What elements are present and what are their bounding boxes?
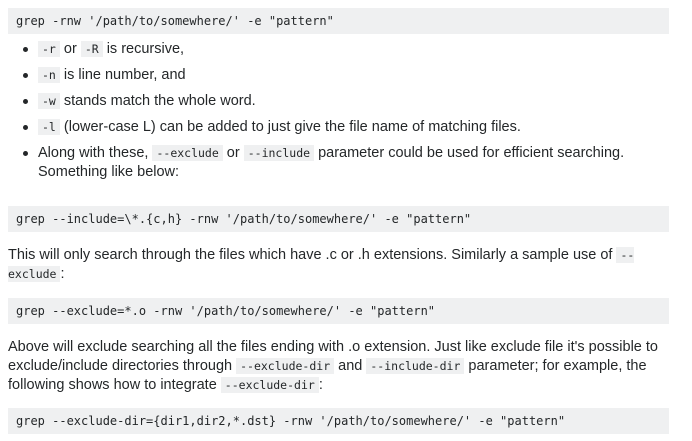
code-R: -R [80,41,103,57]
code-r: -r [38,41,60,57]
code-exclude-dir: --exclude-dir [236,358,335,374]
code-include-dir: --include-dir [366,358,465,374]
text-whole-word: stands match the whole word. [59,93,256,109]
text-along-with: Along with these, [38,145,153,161]
code-l: -l [38,119,60,135]
list-item-whole-word: -w stands match the whole word. [8,92,658,111]
paragraph-include-explanation: This will only search through the files … [8,246,668,284]
code-block-grep-basic[interactable]: grep -rnw '/path/to/somewhere/' -e "patt… [8,8,669,34]
code-exclude-dir-2: --exclude-dir [220,377,319,393]
options-list: -r or -R is recursive, -n is line number… [8,40,658,189]
code-n: -n [38,67,60,83]
text-file-name: (lower-case L) can be added to just give… [59,119,521,135]
text-colon-2: : [318,377,323,393]
paragraph-exclude-explanation: Above will exclude searching all the fil… [8,338,668,395]
list-item-exclude-include: Along with these, --exclude or --include… [8,144,658,182]
text-only-search: This will only search through the files … [8,247,617,263]
text-or: or [59,41,81,57]
code-include: --include [243,145,315,161]
code-w: -w [38,93,60,109]
text-or-2: or [222,145,244,161]
list-item-file-name: -l (lower-case L) can be added to just g… [8,118,658,137]
code-block-grep-exclude[interactable]: grep --exclude=*.o -rnw '/path/to/somewh… [8,298,669,324]
text-recursive: is recursive, [102,41,185,57]
code-block-grep-include[interactable]: grep --include=\*.{c,h} -rnw '/path/to/s… [8,206,669,232]
list-item-line-number: -n is line number, and [8,66,658,85]
text-colon-1: : [60,266,65,282]
code-exclude: --exclude [152,145,223,161]
text-line-number: is line number, and [59,67,186,83]
list-item-recursive: -r or -R is recursive, [8,40,658,59]
text-and: and [334,358,367,374]
code-block-grep-exclude-dir[interactable]: grep --exclude-dir={dir1,dir2,*.dst} -rn… [8,408,669,434]
